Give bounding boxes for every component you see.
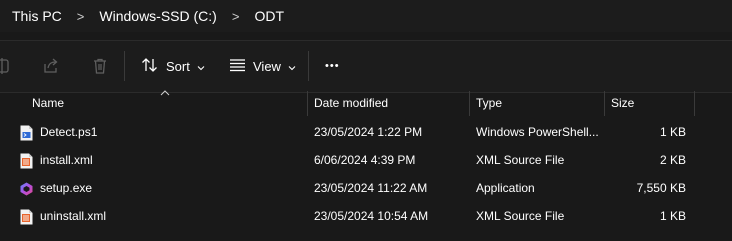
sort-icon — [141, 57, 159, 76]
file-type: XML Source File — [476, 209, 565, 223]
sort-ascending-icon — [160, 85, 170, 99]
column-header-type[interactable]: Type — [476, 96, 502, 110]
file-row[interactable]: uninstall.xml 23/05/2024 10:54 AM XML So… — [0, 203, 732, 231]
file-type: Windows PowerShell... — [476, 125, 599, 139]
view-button[interactable]: View — [229, 54, 296, 78]
breadcrumb: This PC > Windows-SSD (C:) > ODT — [0, 0, 732, 32]
breadcrumb-windows-ssd[interactable]: Windows-SSD (C:) — [99, 8, 216, 24]
column-header-date[interactable]: Date modified — [314, 96, 388, 110]
xml-file-icon — [19, 153, 34, 169]
view-icon — [229, 58, 246, 75]
column-header-size[interactable]: Size — [611, 96, 634, 110]
chevron-right-icon[interactable]: > — [232, 9, 240, 24]
more-options-button[interactable]: ••• — [325, 54, 340, 78]
view-label: View — [253, 58, 281, 74]
file-name: setup.exe — [40, 181, 93, 195]
file-date: 6/06/2024 4:39 PM — [314, 153, 416, 167]
column-resize-handle[interactable] — [694, 91, 695, 116]
column-resize-handle[interactable] — [469, 91, 470, 116]
column-header-row: Name Date modified Type Size — [0, 90, 732, 116]
file-name: Detect.ps1 — [40, 125, 98, 139]
delete-icon[interactable] — [91, 57, 109, 75]
file-size: 1 KB — [659, 209, 686, 223]
file-type: Application — [476, 181, 535, 195]
file-type: XML Source File — [476, 153, 565, 167]
chevron-down-icon — [197, 59, 205, 74]
powershell-script-icon — [19, 125, 34, 141]
file-size: 7,550 KB — [636, 181, 686, 195]
breadcrumb-odt[interactable]: ODT — [254, 8, 284, 24]
more-icon: ••• — [325, 60, 340, 72]
file-row[interactable]: install.xml 6/06/2024 4:39 PM XML Source… — [0, 147, 732, 175]
breadcrumb-this-pc[interactable]: This PC — [12, 8, 62, 24]
toolbar-divider — [124, 51, 125, 81]
file-row[interactable]: setup.exe 23/05/2024 11:22 AM Applicatio… — [0, 175, 732, 203]
file-date: 23/05/2024 1:22 PM — [314, 125, 423, 139]
xml-file-icon — [19, 209, 34, 225]
file-name: uninstall.xml — [40, 209, 107, 223]
file-name: install.xml — [40, 153, 93, 167]
toolbar-divider — [308, 51, 309, 81]
column-header-name[interactable]: Name — [32, 96, 64, 110]
file-date: 23/05/2024 11:22 AM — [314, 181, 428, 195]
command-bar: Sort View ••• — [0, 40, 732, 93]
sort-label: Sort — [166, 58, 190, 74]
rename-icon[interactable] — [0, 57, 12, 75]
chevron-right-icon[interactable]: > — [77, 9, 85, 24]
file-size: 2 KB — [659, 153, 686, 167]
column-resize-handle[interactable] — [604, 91, 605, 116]
column-resize-handle[interactable] — [307, 91, 308, 116]
share-icon[interactable] — [42, 57, 60, 75]
office-setup-icon — [19, 181, 34, 197]
file-date: 23/05/2024 10:54 AM — [314, 209, 429, 223]
chevron-down-icon — [288, 59, 296, 74]
file-row[interactable]: Detect.ps1 23/05/2024 1:22 PM Windows Po… — [0, 119, 732, 147]
sort-button[interactable]: Sort — [141, 54, 205, 78]
file-size: 1 KB — [659, 125, 686, 139]
